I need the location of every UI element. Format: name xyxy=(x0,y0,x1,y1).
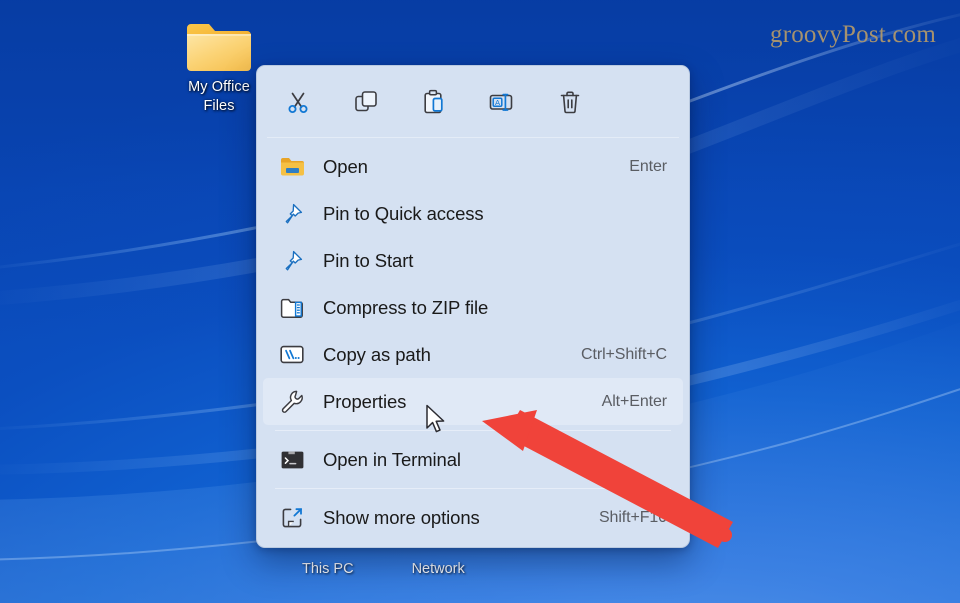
rename-icon: A xyxy=(489,93,513,111)
desktop-icon-label-line1: My Office xyxy=(188,79,250,95)
context-menu[interactable]: A Open Enter Pin to Quick access Pin to … xyxy=(256,65,690,548)
site-watermark: groovyPost.com xyxy=(770,21,936,48)
desktop-icon-my-office-files[interactable]: My Office Files xyxy=(168,14,270,116)
menu-item-properties[interactable]: Properties Alt+Enter xyxy=(263,378,683,425)
menu-item-show-more-options[interactable]: Show more options Shift+F10 xyxy=(263,494,683,541)
menu-item-accel: Ctrl+Shift+C xyxy=(581,345,667,363)
menu-item-copy-as-path[interactable]: Copy as path Ctrl+Shift+C xyxy=(263,331,683,378)
desktop-icon-labels-row: This PC Network xyxy=(256,561,696,577)
menu-item-accel: Alt+Enter xyxy=(601,392,667,410)
rename-button[interactable]: A xyxy=(479,79,525,125)
folder-icon xyxy=(186,20,252,72)
context-menu-toolbar: A xyxy=(257,66,689,137)
folder-open-icon xyxy=(277,154,307,180)
terminal-icon xyxy=(277,447,307,473)
menu-group-divider xyxy=(275,430,671,431)
desktop-screen: groovyPost.com My Office Files This PC N… xyxy=(0,0,960,603)
menu-item-label: Open in Terminal xyxy=(323,448,461,470)
clipboard-paste-icon xyxy=(424,89,443,113)
pin-icon xyxy=(277,201,307,227)
menu-item-compress-to-zip-file[interactable]: Compress to ZIP file xyxy=(263,284,683,331)
wrench-icon xyxy=(277,389,307,415)
menu-item-open[interactable]: Open Enter xyxy=(263,143,683,190)
desktop-icon-label-this-pc[interactable]: This PC xyxy=(302,561,354,577)
pin-icon xyxy=(277,248,307,274)
trash-icon xyxy=(560,91,580,113)
menu-item-pin-to-quick-access[interactable]: Pin to Quick access xyxy=(263,190,683,237)
menu-item-pin-to-start[interactable]: Pin to Start xyxy=(263,237,683,284)
menu-item-label: Open xyxy=(323,155,368,177)
menu-item-accel: Shift+F10 xyxy=(598,508,667,526)
copy-path-icon xyxy=(277,342,307,368)
desktop-icon-label-network[interactable]: Network xyxy=(412,561,465,577)
menu-item-open-in-terminal[interactable]: Open in Terminal xyxy=(263,436,683,483)
scissors-icon xyxy=(288,92,308,113)
menu-item-label: Pin to Start xyxy=(323,249,414,271)
menu-item-label: Pin to Quick access xyxy=(323,202,484,224)
menu-item-accel: Enter xyxy=(629,157,667,175)
mouse-cursor xyxy=(426,404,445,433)
desktop-icon-label-line2: Files xyxy=(203,98,235,114)
cut-button[interactable] xyxy=(275,79,321,125)
menu-item-label: Show more options xyxy=(323,506,480,528)
context-menu-items: Open Enter Pin to Quick access Pin to St… xyxy=(257,138,689,541)
menu-item-label: Compress to ZIP file xyxy=(323,296,489,318)
copy-button[interactable] xyxy=(343,79,389,125)
menu-group-divider xyxy=(275,488,671,489)
copy-icon xyxy=(355,90,377,111)
menu-item-label: Copy as path xyxy=(323,343,431,365)
paste-button[interactable] xyxy=(411,79,457,125)
menu-item-label: Properties xyxy=(323,390,407,412)
zip-folder-icon xyxy=(277,295,307,321)
expand-arrow-icon xyxy=(277,505,307,531)
delete-button[interactable] xyxy=(547,79,593,125)
